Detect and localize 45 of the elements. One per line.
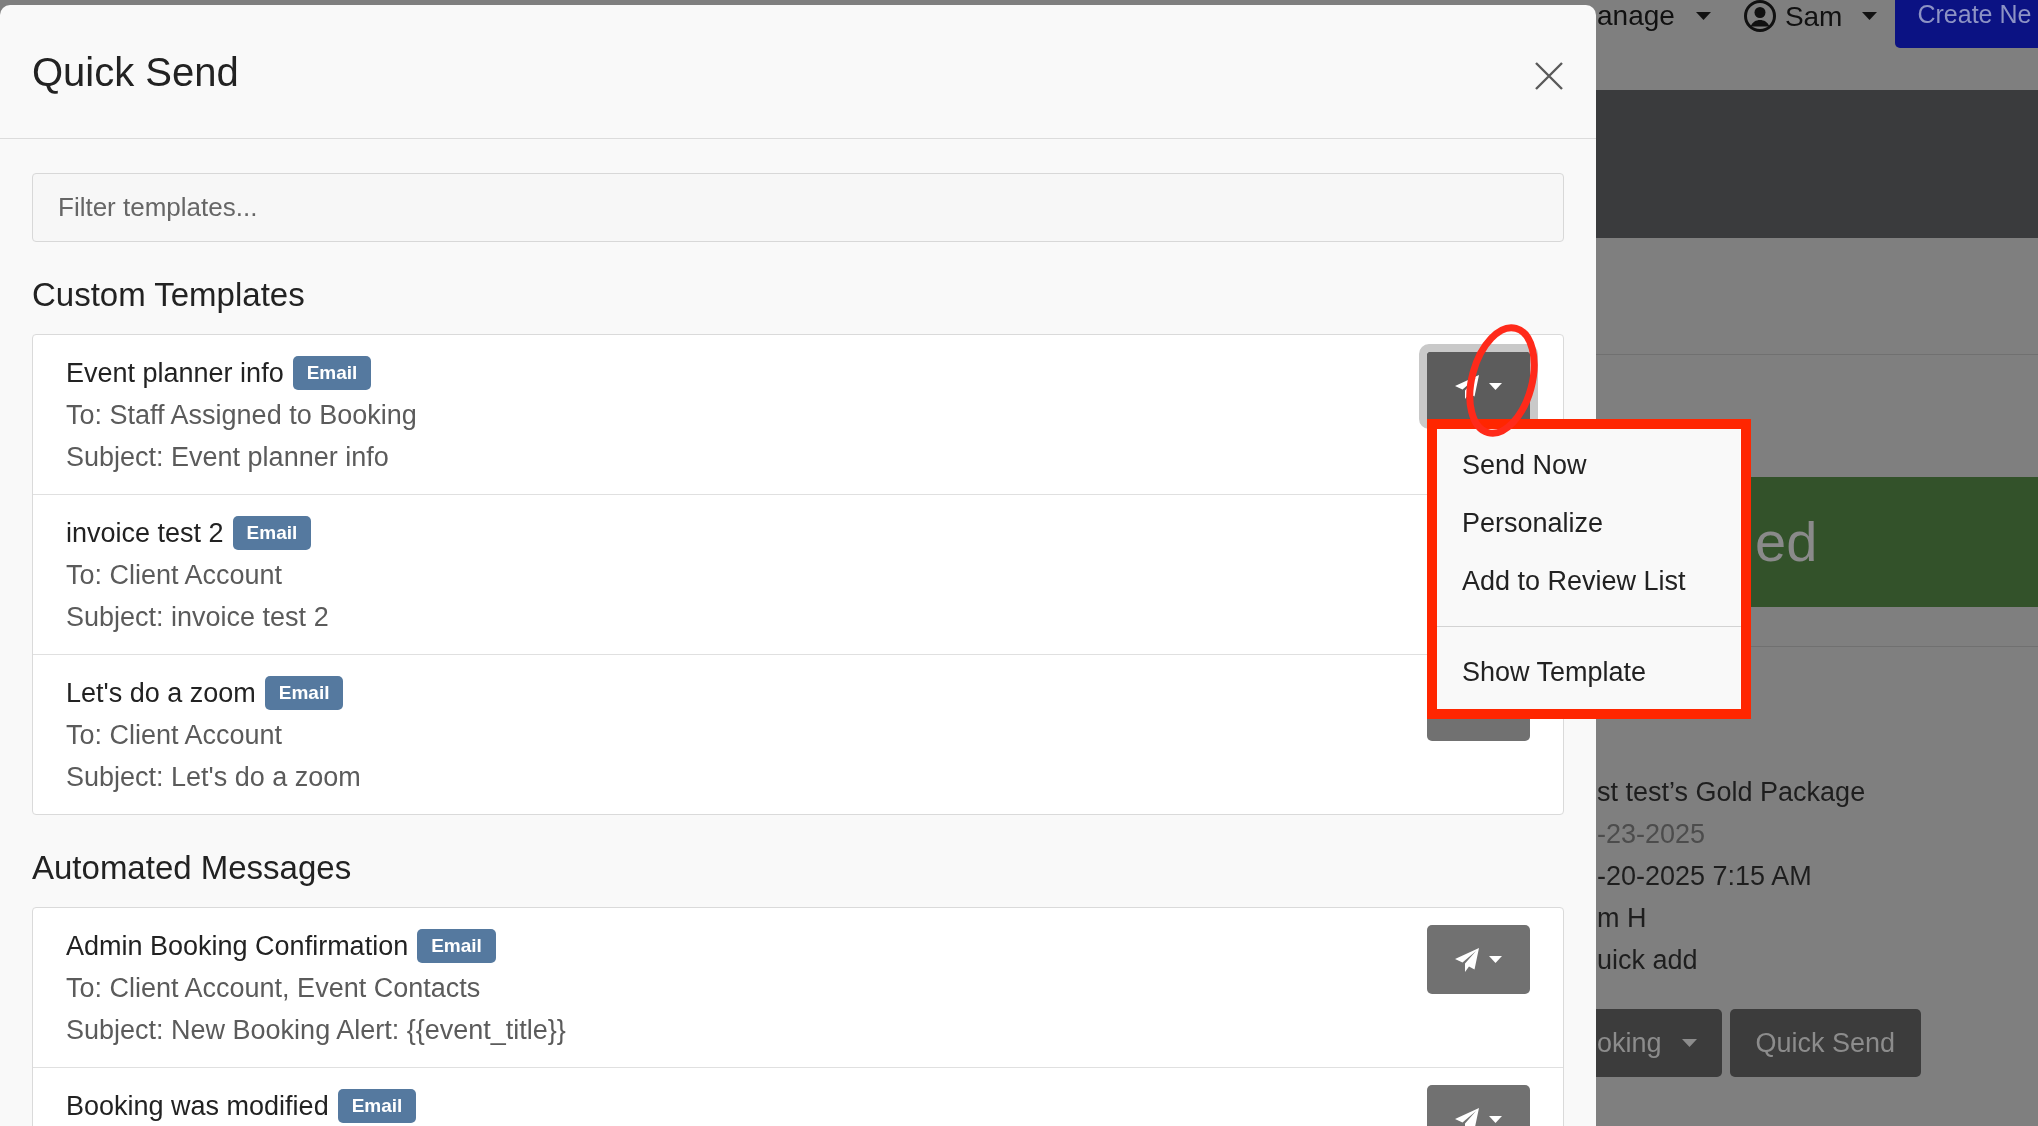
template-name: Event planner info bbox=[66, 357, 284, 390]
recipient-text: To: Staff Assigned to Booking bbox=[66, 399, 417, 432]
subject-text: Subject: Event planner info bbox=[66, 441, 390, 474]
type-badge: Email bbox=[264, 676, 344, 710]
close-icon bbox=[1535, 61, 1563, 90]
send-button[interactable] bbox=[1427, 925, 1530, 994]
paper-plane-icon bbox=[1455, 374, 1479, 399]
subject-text: Subject: New Booking Alert: {{event_title}} bbox=[66, 1014, 566, 1047]
detail-text: -20-2025 7:15 AM bbox=[1597, 860, 1813, 893]
template-name: Let's do a zoom bbox=[66, 677, 256, 710]
close-button[interactable] bbox=[1535, 61, 1563, 90]
type-badge: Email bbox=[232, 516, 312, 550]
detail-text: m H bbox=[1597, 902, 1648, 935]
detail-text: st test’s Gold Package bbox=[1597, 776, 1867, 809]
action-button[interactable]: Quick Send bbox=[1729, 1009, 1922, 1077]
modal-title: Quick Send bbox=[32, 48, 239, 95]
caret-icon bbox=[1862, 12, 1878, 20]
caret-icon bbox=[1489, 1116, 1502, 1123]
caret-icon bbox=[1681, 1039, 1697, 1047]
recipient-text: To: Client Account bbox=[66, 559, 284, 592]
nav-menu-link[interactable]: anage bbox=[1597, 0, 1711, 31]
paper-plane-icon bbox=[1455, 1107, 1479, 1126]
menu-item[interactable]: Show Template bbox=[1437, 643, 1741, 701]
filter-field[interactable]: Filter templates... bbox=[32, 173, 1564, 242]
recipient-text: To: Client Account bbox=[66, 719, 284, 752]
type-badge: Email bbox=[417, 929, 496, 963]
template-name: Admin Booking Confirmation bbox=[66, 930, 409, 963]
create-button[interactable]: Create Ne bbox=[1895, 0, 2038, 48]
user-menu[interactable]: Sam bbox=[1743, 0, 1878, 32]
dropdown-button[interactable]: oking bbox=[1596, 1009, 1722, 1077]
section-heading: Custom Templates bbox=[32, 276, 306, 314]
type-badge: Email bbox=[292, 356, 372, 390]
paper-plane-icon bbox=[1455, 947, 1479, 972]
user-icon bbox=[1743, 0, 1776, 32]
caret-icon bbox=[1489, 383, 1502, 390]
detail-text: uick add bbox=[1597, 944, 1699, 977]
caret-icon bbox=[1695, 11, 1711, 20]
subject-text: Subject: invoice test 2 bbox=[66, 601, 329, 634]
template-name: Booking was modified bbox=[66, 1090, 329, 1123]
type-badge: Email bbox=[337, 1089, 417, 1123]
caret-icon bbox=[1489, 956, 1502, 963]
template-name: invoice test 2 bbox=[66, 517, 224, 550]
subject-text: Subject: Let's do a zoom bbox=[66, 761, 361, 794]
recipient-text: To: Client Account, Event Contacts bbox=[66, 972, 482, 1005]
section-heading: Automated Messages bbox=[32, 849, 353, 887]
